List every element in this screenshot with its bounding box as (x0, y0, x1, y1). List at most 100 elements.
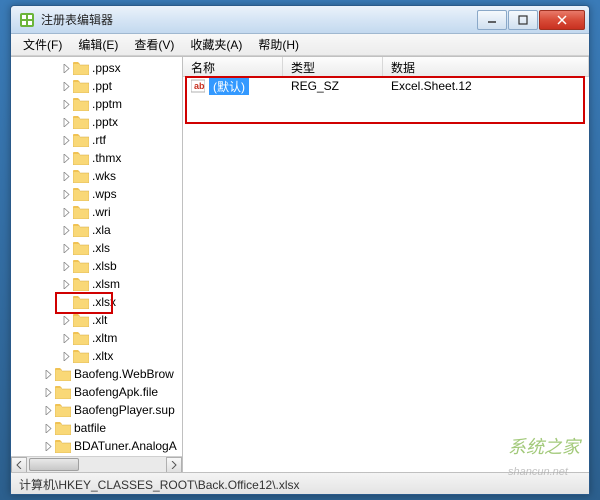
tree-node-label: .pptx (92, 115, 118, 129)
expander-icon[interactable] (59, 277, 73, 291)
svg-text:ab: ab (194, 81, 205, 91)
tree-node[interactable]: Baofeng.WebBrow (11, 365, 182, 383)
tree-node[interactable]: .xltm (11, 329, 182, 347)
expander-icon[interactable] (59, 349, 73, 363)
expander-icon[interactable] (59, 187, 73, 201)
scroll-right-button[interactable] (166, 457, 182, 472)
expander-icon[interactable] (41, 385, 55, 399)
tree-node[interactable]: .pptm (11, 95, 182, 113)
tree-node-label: .xls (92, 241, 110, 255)
expander-icon[interactable] (41, 403, 55, 417)
menu-edit[interactable]: 编辑(E) (70, 34, 126, 55)
tree-node-label: .wps (92, 187, 117, 201)
value-data: Excel.Sheet.12 (383, 79, 589, 93)
expander-icon[interactable] (41, 421, 55, 435)
tree-node-label: .pptm (92, 97, 122, 111)
tree-pane: .ppsx .ppt .pptm .pptx .rtf .thmx .wks .wps .wri… (11, 57, 183, 472)
tree-node-label: .xlt (92, 313, 107, 327)
tree-node-label: .thmx (92, 151, 121, 165)
tree-node[interactable]: .xlsm (11, 275, 182, 293)
expander-icon[interactable] (59, 151, 73, 165)
minimize-button[interactable] (477, 10, 507, 30)
list-body[interactable]: ab (默认) REG_SZ Excel.Sheet.12 (183, 77, 589, 472)
tree-node[interactable]: .ppt (11, 77, 182, 95)
value-name: (默认) (209, 78, 249, 95)
tree-node[interactable]: BDATuner.AnalogA (11, 437, 182, 455)
expander-icon[interactable] (59, 259, 73, 273)
menu-favorites[interactable]: 收藏夹(A) (182, 34, 250, 55)
close-button[interactable] (539, 10, 585, 30)
expander-icon[interactable] (59, 313, 73, 327)
tree-node[interactable]: BaofengPlayer.sup (11, 401, 182, 419)
tree-node[interactable]: .thmx (11, 149, 182, 167)
statusbar: 计算机\HKEY_CLASSES_ROOT\Back.Office12\.xls… (11, 472, 589, 494)
value-name-cell: ab (默认) (183, 78, 283, 95)
tree-node-label: .wri (92, 205, 111, 219)
column-data[interactable]: 数据 (383, 57, 589, 76)
expander-icon[interactable] (59, 205, 73, 219)
tree-node[interactable]: .wps (11, 185, 182, 203)
tree-node[interactable]: .xlt (11, 311, 182, 329)
expander-icon[interactable] (59, 295, 73, 309)
tree-node-label: batfile (74, 421, 106, 435)
tree-node-label: BDATuner.AnalogA (74, 439, 177, 453)
tree-node-label: .xlsx (92, 295, 116, 309)
list-pane: 名称 类型 数据 ab (默认) REG_SZ Excel.Sheet.12 (183, 57, 589, 472)
expander-icon[interactable] (59, 133, 73, 147)
tree-node-label: .xlsm (92, 277, 120, 291)
tree-node-label: .xla (92, 223, 111, 237)
tree-node-label: .ppsx (92, 61, 121, 75)
scroll-thumb[interactable] (29, 458, 79, 471)
titlebar[interactable]: 注册表编辑器 (11, 6, 589, 34)
tree-node-label: BaofengApk.file (74, 385, 158, 399)
list-row[interactable]: ab (默认) REG_SZ Excel.Sheet.12 (183, 77, 589, 95)
column-name[interactable]: 名称 (183, 57, 283, 76)
tree-node-label: .rtf (92, 133, 106, 147)
regedit-window: 注册表编辑器 文件(F) 编辑(E) 查看(V) 收藏夹(A) 帮助(H) .p… (10, 5, 590, 495)
scroll-left-button[interactable] (11, 457, 27, 472)
menubar: 文件(F) 编辑(E) 查看(V) 收藏夹(A) 帮助(H) (11, 34, 589, 56)
menu-file[interactable]: 文件(F) (15, 34, 70, 55)
column-type[interactable]: 类型 (283, 57, 383, 76)
expander-icon[interactable] (59, 61, 73, 75)
status-path: 计算机\HKEY_CLASSES_ROOT\Back.Office12\.xls… (19, 478, 300, 492)
tree-node-label: .ppt (92, 79, 112, 93)
expander-icon[interactable] (59, 223, 73, 237)
tree-node[interactable]: .xla (11, 221, 182, 239)
expander-icon[interactable] (41, 439, 55, 453)
watermark-sub: shancun.net (508, 466, 568, 478)
tree-node[interactable]: BaofengApk.file (11, 383, 182, 401)
tree-node-label: BaofengPlayer.sup (74, 403, 175, 417)
expander-icon[interactable] (59, 169, 73, 183)
expander-icon[interactable] (59, 331, 73, 345)
tree-scroll[interactable]: .ppsx .ppt .pptm .pptx .rtf .thmx .wks .wps .wri… (11, 57, 182, 456)
tree-node-label: .wks (92, 169, 116, 183)
menu-help[interactable]: 帮助(H) (250, 34, 307, 55)
tree-node[interactable]: .xlsx (11, 293, 182, 311)
horizontal-scrollbar[interactable] (11, 456, 182, 472)
tree-node[interactable]: .xlsb (11, 257, 182, 275)
menu-view[interactable]: 查看(V) (126, 34, 182, 55)
maximize-button[interactable] (508, 10, 538, 30)
expander-icon[interactable] (41, 367, 55, 381)
expander-icon[interactable] (59, 115, 73, 129)
tree-node[interactable]: .xltx (11, 347, 182, 365)
expander-icon[interactable] (59, 79, 73, 93)
content-area: .ppsx .ppt .pptm .pptx .rtf .thmx .wks .wps .wri… (11, 56, 589, 472)
tree-node[interactable]: .wks (11, 167, 182, 185)
app-icon (19, 12, 35, 28)
registry-tree: .ppsx .ppt .pptm .pptx .rtf .thmx .wks .wps .wri… (11, 57, 182, 456)
tree-node[interactable]: .xls (11, 239, 182, 257)
tree-node-label: .xltm (92, 331, 117, 345)
expander-icon[interactable] (59, 241, 73, 255)
tree-node[interactable]: batfile (11, 419, 182, 437)
tree-node-label: Baofeng.WebBrow (74, 367, 174, 381)
tree-node[interactable]: .rtf (11, 131, 182, 149)
window-title: 注册表编辑器 (41, 11, 477, 28)
tree-node[interactable]: .wri (11, 203, 182, 221)
tree-node[interactable]: .pptx (11, 113, 182, 131)
scroll-track[interactable] (27, 457, 166, 472)
tree-node-label: .xlsb (92, 259, 117, 273)
tree-node[interactable]: .ppsx (11, 59, 182, 77)
expander-icon[interactable] (59, 97, 73, 111)
